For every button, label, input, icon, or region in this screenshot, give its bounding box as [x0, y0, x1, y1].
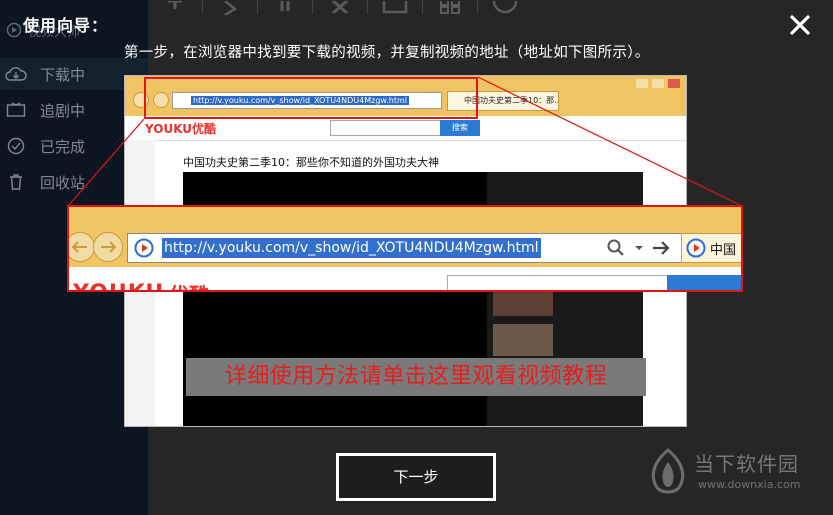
toolbar-divider [422, 0, 423, 14]
sidebar-item-label: 已完成 [40, 137, 86, 156]
watermark-logo-icon [651, 448, 685, 494]
delete-icon[interactable] [323, 0, 357, 15]
watermark: 当下软件园 www.downxia.com [646, 448, 826, 498]
zoom-tab: 中国 [681, 233, 741, 263]
address-field: http://v.youku.com/v_show/id_XOTU4NDU4Mz… [127, 233, 741, 263]
zoom-logo-cn: 优酷 [169, 279, 209, 290]
toolbar-divider [257, 0, 258, 14]
close-icon[interactable] [786, 11, 814, 39]
close-button[interactable] [786, 11, 814, 39]
next-step-button[interactable]: 下一步 [336, 453, 496, 501]
mini-site-logo: YOUKU优酷 [145, 122, 217, 136]
clock-icon[interactable] [488, 0, 522, 14]
zoom-tab-label: 中国 [710, 242, 737, 258]
toolbar-divider [477, 0, 478, 14]
mini-search-button: 搜索 [440, 120, 480, 136]
folder-icon[interactable] [378, 0, 412, 14]
toolbar-divider [367, 0, 368, 14]
zoom-logo: YOUKU [73, 281, 164, 290]
youku-tab-icon [686, 238, 706, 258]
app-logo-icon [6, 22, 22, 38]
mini-video-title: 中国功夫史第二季10：那些你不知道的外国功夫大神 [183, 156, 439, 169]
zoom-search-box [447, 275, 669, 290]
forward-arrow-icon [93, 232, 123, 262]
grid-icon[interactable] [433, 0, 467, 14]
url-text: http://v.youku.com/v_show/id_XOTU4NDU4Mz… [162, 238, 541, 258]
toolbar-divider [312, 0, 313, 14]
guide-title: 使用向导： [23, 16, 109, 35]
check-circle-icon [4, 136, 28, 156]
mini-search-box [330, 120, 442, 136]
search-icon [607, 239, 624, 256]
zoom-browser-bar: http://v.youku.com/v_show/id_XOTU4NDU4Mz… [69, 207, 741, 267]
step-instruction: 第一步，在浏览器中找到要下载的视频，并复制视频的地址（地址如下图所示）。 [124, 45, 650, 61]
mini-thumbnail [493, 324, 553, 356]
play-icon[interactable] [213, 0, 247, 17]
tv-icon [4, 100, 28, 120]
youku-play-icon [134, 238, 154, 258]
pause-icon[interactable] [268, 0, 302, 14]
sidebar-item-label: 回收站 [40, 173, 86, 192]
zoom-search-button [667, 275, 741, 290]
highlight-rect [144, 77, 478, 119]
trash-icon [4, 172, 28, 192]
cloud-download-icon [4, 64, 28, 84]
zoomed-address-bar: http://v.youku.com/v_show/id_XOTU4NDU4Mz… [67, 205, 743, 292]
zoom-site-header: YOUKU 优酷 [69, 267, 741, 290]
add-icon[interactable] [158, 0, 192, 14]
sidebar-item-label: 追剧中 [40, 101, 86, 120]
sidebar-item-label: 下载中 [40, 65, 86, 84]
watermark-url: www.downxia.com [698, 478, 801, 491]
go-arrow-icon [653, 241, 670, 255]
tutorial-video-link[interactable]: 详细使用方法请单击这里观看视频教程 [186, 358, 646, 396]
mini-site-header: YOUKU优酷 搜索 [125, 116, 686, 141]
back-arrow-icon [69, 232, 95, 262]
mini-window-controls [636, 79, 680, 88]
toolbar-divider [202, 0, 203, 14]
toolbar [148, 0, 833, 17]
watermark-name: 当下软件园 [694, 452, 799, 476]
dropdown-icon [635, 246, 643, 250]
